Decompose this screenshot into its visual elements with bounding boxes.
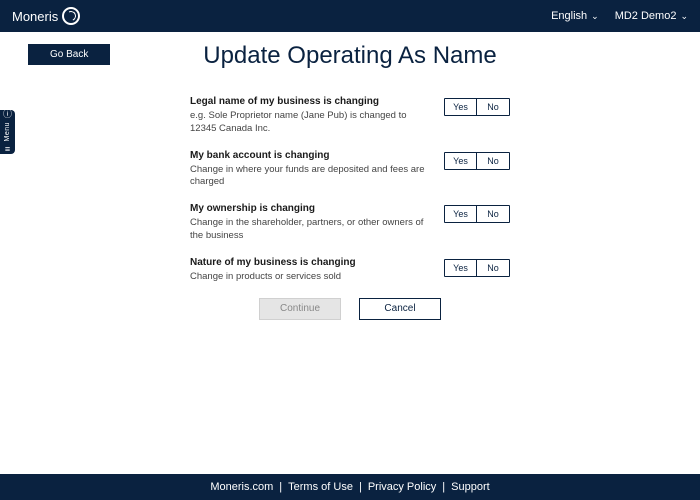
no-button[interactable]: No xyxy=(477,206,509,222)
menu-list-icon: ≡ xyxy=(5,145,10,154)
question-text: My ownership is changing Change in the s… xyxy=(190,203,430,243)
side-menu-label: Menu xyxy=(4,122,11,142)
footer-separator: | xyxy=(279,481,282,493)
brand-name: Moneris xyxy=(12,9,58,24)
yes-no-toggle: Yes No xyxy=(444,259,510,277)
no-button[interactable]: No xyxy=(477,99,509,115)
header-right: English ⌄ MD2 Demo2 ⌄ xyxy=(551,10,688,22)
question-bank-account: My bank account is changing Change in wh… xyxy=(190,150,510,190)
side-menu-tab[interactable]: ⓘ Menu ≡ xyxy=(0,110,15,154)
language-label: English xyxy=(551,10,587,22)
question-desc: Change in products or services sold xyxy=(190,271,430,284)
language-selector[interactable]: English ⌄ xyxy=(551,10,599,22)
question-title: Nature of my business is changing xyxy=(190,257,430,268)
menu-info-icon: ⓘ xyxy=(3,110,12,119)
yes-no-toggle: Yes No xyxy=(444,98,510,116)
question-title: Legal name of my business is changing xyxy=(190,96,430,107)
yes-no-toggle: Yes No xyxy=(444,152,510,170)
form-actions: Continue Cancel xyxy=(190,298,510,320)
question-ownership: My ownership is changing Change in the s… xyxy=(190,203,510,243)
footer-separator: | xyxy=(442,481,445,493)
go-back-button[interactable]: Go Back xyxy=(28,44,110,65)
footer-link-moneris[interactable]: Moneris.com xyxy=(210,481,273,493)
no-button[interactable]: No xyxy=(477,153,509,169)
yes-no-toggle: Yes No xyxy=(444,205,510,223)
question-legal-name: Legal name of my business is changing e.… xyxy=(190,96,510,136)
yes-button[interactable]: Yes xyxy=(445,260,477,276)
brand-logo: Moneris xyxy=(12,7,80,25)
account-selector[interactable]: MD2 Demo2 ⌄ xyxy=(615,10,688,22)
chevron-down-icon: ⌄ xyxy=(680,11,688,22)
question-business-nature: Nature of my business is changing Change… xyxy=(190,257,510,284)
yes-button[interactable]: Yes xyxy=(445,153,477,169)
footer-link-privacy[interactable]: Privacy Policy xyxy=(368,481,436,493)
footer-separator: | xyxy=(359,481,362,493)
brand-logo-icon xyxy=(62,7,80,25)
footer-link-terms[interactable]: Terms of Use xyxy=(288,481,353,493)
footer-link-support[interactable]: Support xyxy=(451,481,490,493)
cancel-button[interactable]: Cancel xyxy=(359,298,441,320)
question-title: My bank account is changing xyxy=(190,150,430,161)
page-content: Go Back ⓘ Menu ≡ Update Operating As Nam… xyxy=(0,32,700,474)
form-panel: Legal name of my business is changing e.… xyxy=(170,84,530,336)
no-button[interactable]: No xyxy=(477,260,509,276)
question-desc: Change in where your funds are deposited… xyxy=(190,164,430,190)
continue-button: Continue xyxy=(259,298,341,320)
chevron-down-icon: ⌄ xyxy=(591,11,599,22)
app-footer: Moneris.com | Terms of Use | Privacy Pol… xyxy=(0,474,700,500)
question-desc: Change in the shareholder, partners, or … xyxy=(190,217,430,243)
yes-button[interactable]: Yes xyxy=(445,99,477,115)
question-desc: e.g. Sole Proprietor name (Jane Pub) is … xyxy=(190,110,430,136)
question-text: My bank account is changing Change in wh… xyxy=(190,150,430,190)
question-text: Legal name of my business is changing e.… xyxy=(190,96,430,136)
question-title: My ownership is changing xyxy=(190,203,430,214)
question-text: Nature of my business is changing Change… xyxy=(190,257,430,284)
app-header: Moneris English ⌄ MD2 Demo2 ⌄ xyxy=(0,0,700,32)
yes-button[interactable]: Yes xyxy=(445,206,477,222)
account-label: MD2 Demo2 xyxy=(615,10,677,22)
